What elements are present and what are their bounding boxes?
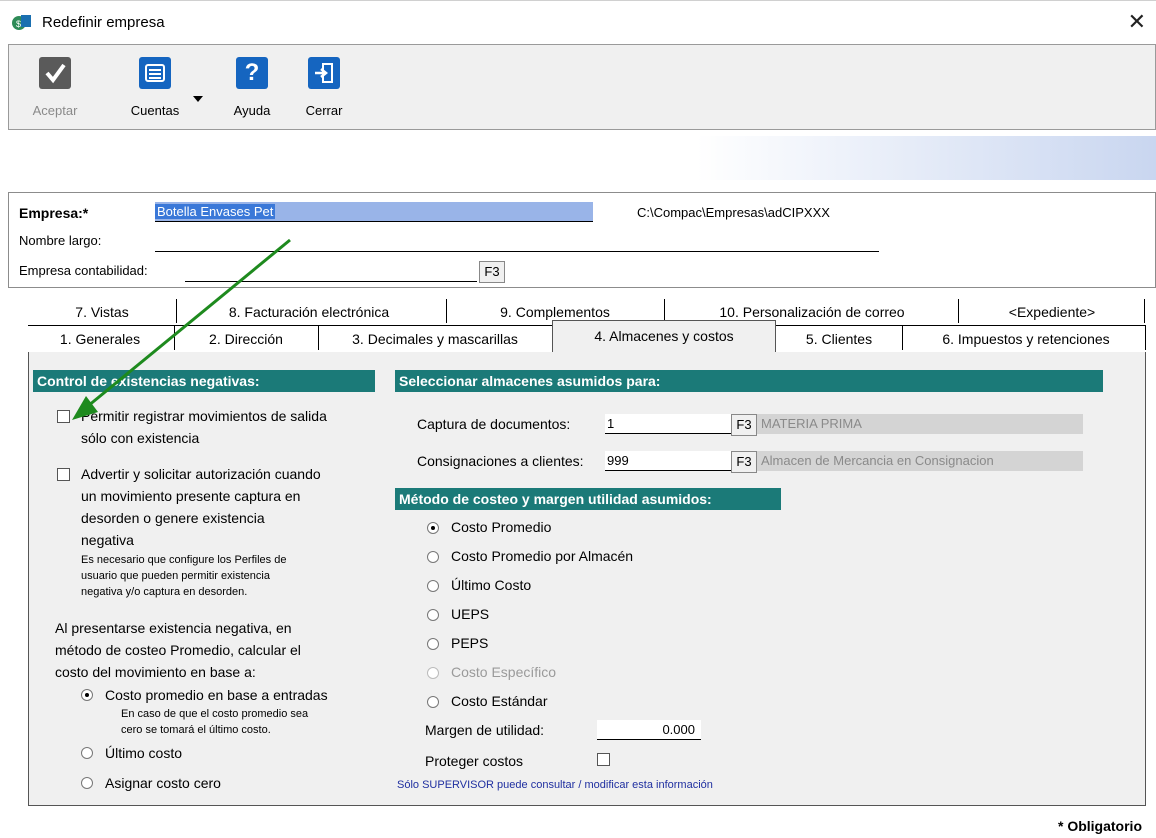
annotation-arrow — [72, 238, 291, 420]
obligatorio-note: * Obligatorio — [1058, 818, 1142, 834]
